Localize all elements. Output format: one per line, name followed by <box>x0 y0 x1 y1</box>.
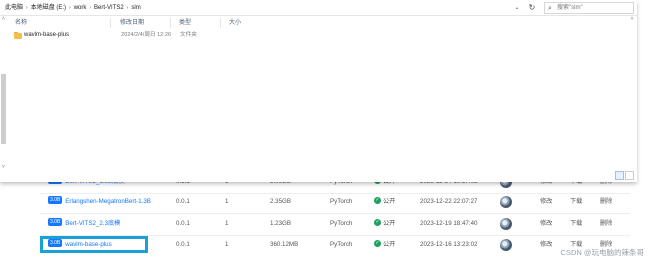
model-version: 0.0.1 <box>176 198 190 205</box>
file-explorer-window: 此电脑 › 本地磁盘 (E:) › work › Bert-VITS2 › slm ⌄ ↻ ⌕ … <box>0 0 637 182</box>
breadcrumb-item[interactable]: 此电脑 <box>5 5 23 11</box>
file-name: wavlm-base-plus <box>24 32 70 38</box>
breadcrumb-item[interactable]: Bert-VITS2 <box>94 5 124 11</box>
details-view-icon[interactable] <box>615 171 624 180</box>
chevron-right-icon: › <box>89 5 92 11</box>
breadcrumb-item[interactable]: slm <box>131 5 140 11</box>
avatar <box>500 239 512 251</box>
model-size: 2.35GB <box>270 198 291 205</box>
chevron-right-icon: › <box>69 5 71 11</box>
delete-button[interactable]: 删除 <box>600 190 612 214</box>
model-name-link[interactable]: Erlangshen-MegatronBert-1.3B <box>65 198 151 205</box>
model-framework: PyTorch <box>330 198 353 205</box>
column-divider[interactable] <box>220 18 221 28</box>
status-bar <box>0 170 637 182</box>
status-badge: ✓公开 <box>374 196 396 205</box>
scrollbar-thumb[interactable] <box>1 74 6 144</box>
breadcrumb: 此电脑 › 本地磁盘 (E:) › work › Bert-VITS2 › slm <box>5 0 141 16</box>
column-name[interactable]: 名称 <box>15 17 27 29</box>
edit-button[interactable]: 修改 <box>540 233 552 257</box>
scroll-up-icon[interactable]: ˄ <box>0 16 7 22</box>
check-circle-icon: ✓ <box>374 196 381 204</box>
search-placeholder: 搜索"slm" <box>557 5 583 11</box>
breadcrumb-item[interactable]: work <box>74 5 87 11</box>
list-item[interactable]: wavlm-base-plus 2024/2/4/周日 12:26 文件夹 <box>12 30 252 41</box>
column-divider[interactable] <box>110 18 111 28</box>
chevron-down-icon[interactable]: ⌄ <box>512 0 522 16</box>
address-bar[interactable]: 此电脑 › 本地磁盘 (E:) › work › Bert-VITS2 › slm ⌄ ↻ ⌕ … <box>0 0 637 16</box>
avatar <box>500 218 512 230</box>
model-name-cell[interactable]: 3.0B Erlangshen-MegatronBert-1.3B <box>48 190 151 214</box>
file-type: 文件夹 <box>180 32 197 38</box>
model-count: 1 <box>225 241 229 248</box>
large-icons-view-icon[interactable] <box>625 171 634 180</box>
folder-icon <box>14 32 22 39</box>
model-count: 1 <box>225 198 229 205</box>
refresh-icon[interactable]: ↻ <box>527 0 537 16</box>
column-header: 名称 修改日期 类型 大小 <box>10 17 260 29</box>
search-input[interactable]: ⌕ 搜索"slm" <box>544 2 634 14</box>
model-size: 360.12MB <box>270 241 299 248</box>
edit-button[interactable]: 修改 <box>540 190 552 214</box>
chevron-right-icon: › <box>126 5 129 11</box>
model-date: 2023-12-22 22:07:27 <box>420 198 478 205</box>
file-date: 2024/2/4/周日 12:26 <box>121 32 172 38</box>
column-date[interactable]: 修改日期 <box>120 17 144 29</box>
scroll-up-icon[interactable]: ˄ <box>628 16 636 22</box>
column-size[interactable]: 大小 <box>229 17 241 29</box>
breadcrumb-item[interactable]: 本地磁盘 (E:) <box>31 5 66 11</box>
view-toggle <box>614 171 634 181</box>
model-date: 2023-12-16 13:23:02 <box>420 241 478 248</box>
table-row: 3.0B Erlangshen-MegatronBert-1.3B 0.0.1 1… <box>0 190 650 214</box>
nav-pane-scrollbar[interactable]: ˄ ˅ <box>0 16 7 170</box>
check-circle-icon: ✓ <box>374 239 381 247</box>
column-divider[interactable] <box>170 18 171 28</box>
download-button[interactable]: 下载 <box>570 190 582 214</box>
model-framework: PyTorch <box>330 241 353 248</box>
chevron-right-icon: › <box>26 5 28 11</box>
model-version: 0.0.1 <box>176 241 190 248</box>
status-badge: ✓公开 <box>374 239 396 248</box>
check-circle-icon: ✓ <box>374 218 381 226</box>
highlight-box <box>40 236 148 253</box>
vertical-scrollbar[interactable]: ˄ <box>628 16 636 170</box>
model-name-link[interactable]: Bert-VITS2_2.3底模 <box>65 220 120 227</box>
watermark: CSDN @玩电脑的辣条哥 <box>560 248 644 257</box>
model-tag: 3.0B <box>48 196 63 205</box>
column-type[interactable]: 类型 <box>179 17 191 29</box>
search-icon: ⌕ <box>548 5 552 12</box>
avatar <box>500 196 512 208</box>
model-tag: 3.0B <box>48 218 63 227</box>
